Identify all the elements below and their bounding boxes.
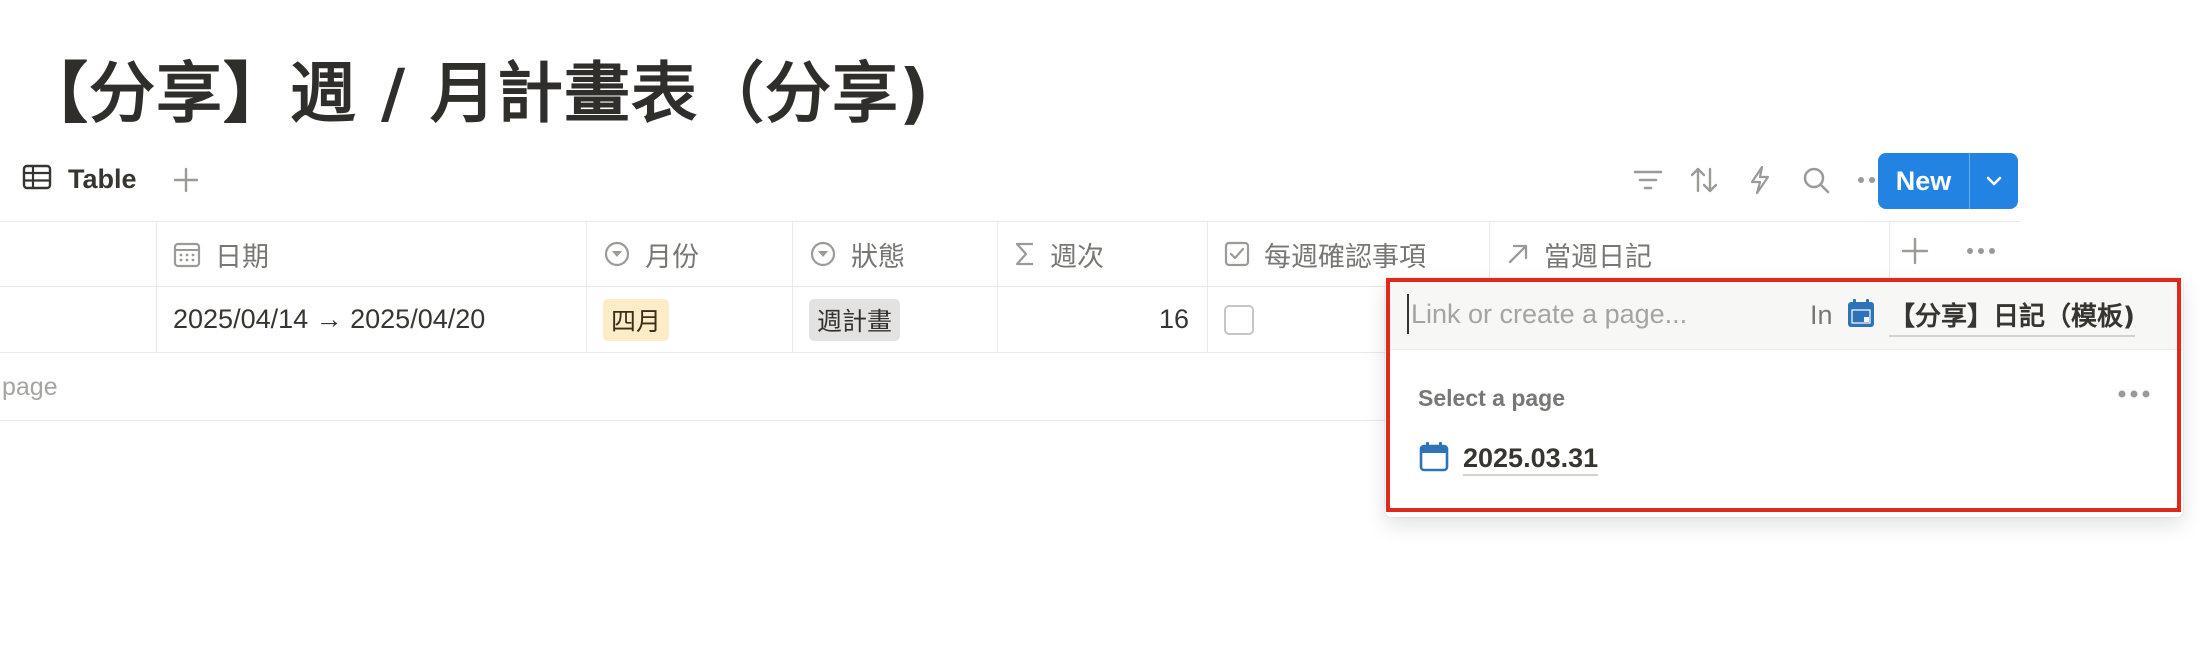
sort-icon [1690,167,1718,193]
header-status[interactable]: 狀態 [793,222,998,286]
new-button[interactable]: New [1878,153,1970,209]
header-month[interactable]: 月份 [587,222,793,286]
view-tab-label: Table [68,164,137,194]
title-cell[interactable] [0,287,157,352]
in-label: In [1810,300,1833,330]
header-status-label: 狀態 [851,241,905,272]
relation-arrow-icon [1508,244,1528,264]
lightning-icon [1750,165,1770,195]
plus-icon [1901,237,1929,265]
plus-icon [173,167,199,193]
view-toolbar: Table [0,150,2020,214]
header-weekly-check[interactable]: 每週確認事項 [1208,222,1490,286]
date-range-value: 2025/04/14 → 2025/04/20 [173,304,486,334]
sort-button[interactable] [1686,160,1722,200]
date-cell[interactable]: 2025/04/14 → 2025/04/20 [157,287,587,352]
status-cell[interactable]: 週計畫 [793,287,998,352]
page-option-label: 2025.03.31 [1463,443,1599,476]
new-options-button[interactable] [1970,153,2018,209]
week-cell[interactable]: 16 [998,287,1208,352]
more-icon [2118,390,2150,398]
header-date-label: 日期 [215,241,269,272]
calendar-icon [1419,442,1449,477]
table-icon [22,164,52,195]
search-icon [1803,167,1830,194]
header-weekly-check-label: 每週確認事項 [1264,241,1426,272]
section-more-button[interactable] [2117,386,2151,404]
new-button-group: New [1878,153,2018,209]
header-month-label: 月份 [645,241,699,272]
automation-button[interactable] [1742,160,1778,200]
add-property-button[interactable] [1900,236,1930,271]
status-tag: 週計畫 [809,298,901,341]
tab-table[interactable]: Table [22,164,137,195]
month-tag: 四月 [603,298,670,341]
formula-sigma-icon [1015,242,1033,266]
header-week[interactable]: 週次 [998,222,1208,286]
weekly-check-checkbox[interactable] [1224,304,1254,335]
filter-button[interactable] [1630,160,1666,200]
header-diary[interactable]: 當週日記 [1490,222,1890,286]
month-cell[interactable]: 四月 [587,287,793,352]
header-date[interactable]: 日期 [157,222,587,286]
new-page-label: page [2,373,58,401]
header-title-column[interactable] [0,222,157,286]
filter-icon [1633,170,1663,190]
section-label: Select a page [1418,385,1566,411]
more-icon [1967,248,1995,254]
page-search-input[interactable] [1407,294,1747,334]
target-database-selector[interactable]: 【分享】日記（模板) [1889,296,2135,337]
header-week-label: 週次 [1050,241,1104,272]
page-title: 【分享】週 / 月計畫表（分享) [22,55,931,132]
calendar-icon [1846,299,1876,334]
chevron-down-icon [1986,176,2002,186]
column-more-button[interactable] [1966,236,1996,271]
relation-page-picker: In 【分享】日記（模板) Select a page 2025.03.31 [1385,278,2183,517]
select-property-icon [810,241,836,267]
search-button[interactable] [1798,160,1834,200]
page-option-item[interactable]: 2025.03.31 [1407,438,1610,481]
week-number-value: 16 [1158,304,1189,334]
add-view-button[interactable] [168,162,204,198]
header-diary-label: 當週日記 [1544,241,1652,272]
select-property-icon [604,241,630,267]
calendar-icon [173,242,201,268]
page-search-bar: In 【分享】日記（模板) [1385,278,2183,350]
checkbox-property-icon [1224,241,1250,267]
